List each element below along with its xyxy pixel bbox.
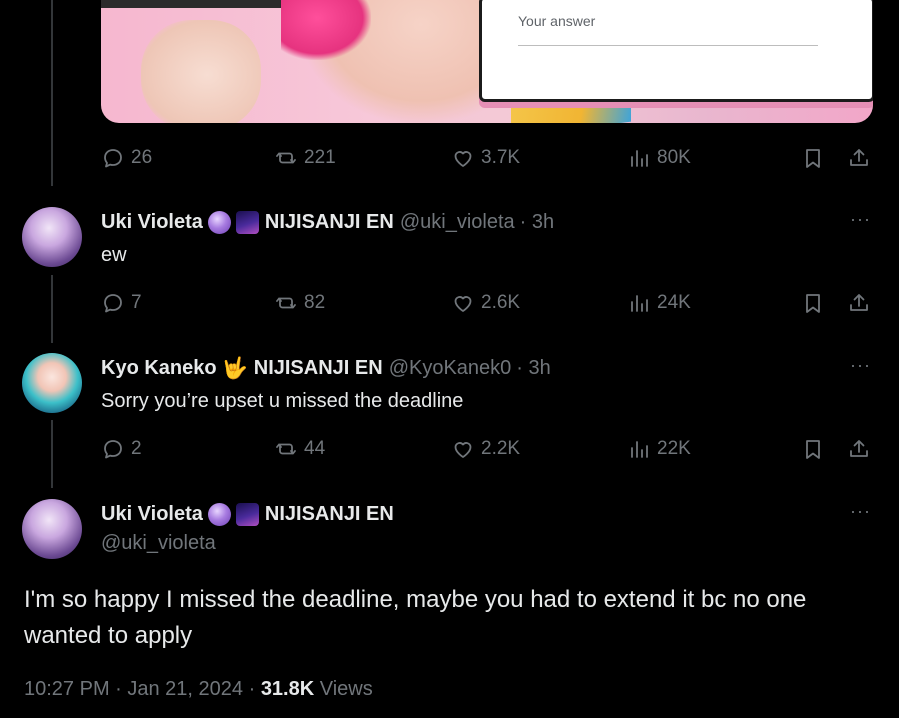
tweet-actions: 7 82 2.6K 24K	[101, 291, 873, 315]
more-icon[interactable]: ···	[850, 209, 871, 230]
tweet-time[interactable]: · 3h	[520, 211, 554, 234]
tweet-header: Kyo Kaneko 🤟 NIJISANJI EN @KyoKanek0 · 3…	[101, 354, 551, 382]
night-sky-badge-icon	[235, 502, 259, 526]
reply-count: 26	[131, 147, 153, 168]
share-icon	[850, 440, 868, 457]
like-icon	[454, 151, 472, 167]
bookmark-button[interactable]	[801, 437, 825, 461]
reply-button[interactable]: 2	[101, 437, 142, 461]
avatar[interactable]	[22, 499, 82, 559]
author-handle[interactable]: @uki_violeta	[101, 532, 216, 555]
more-icon[interactable]: ···	[850, 355, 871, 376]
like-button[interactable]: 2.2K	[451, 437, 520, 461]
media-hair-pink	[281, 0, 371, 60]
views-icon	[631, 295, 648, 312]
like-count: 2.6K	[481, 292, 521, 313]
reply-button[interactable]: 26	[101, 146, 152, 170]
retweet-icon	[276, 297, 296, 309]
retweet-icon	[276, 152, 296, 164]
form-answer-line	[518, 45, 818, 46]
bookmark-icon	[806, 440, 820, 459]
share-button[interactable]	[847, 291, 871, 315]
tweet-meta: 10:27 PM · Jan 21, 2024 · 31.8K Views	[24, 678, 373, 701]
author-handle[interactable]: @KyoKanek0	[389, 357, 512, 380]
repost-button[interactable]: 82	[274, 291, 325, 315]
like-button[interactable]: 3.7K	[451, 146, 520, 170]
views-count: 24K	[657, 292, 691, 313]
author-name[interactable]: Uki Violeta	[101, 211, 203, 234]
author-name[interactable]: Kyo Kaneko	[101, 357, 217, 380]
tweet-time[interactable]: · 3h	[516, 357, 550, 380]
thread-connector	[51, 0, 53, 186]
views-count: 80K	[657, 147, 691, 168]
bookmark-button[interactable]	[801, 146, 825, 170]
repost-button[interactable]: 44	[274, 437, 325, 461]
night-sky-badge-icon	[235, 210, 259, 234]
media-hand	[141, 20, 261, 123]
reply-icon	[104, 294, 122, 313]
avatar[interactable]	[22, 207, 82, 267]
tweet-text: ew	[101, 244, 127, 266]
author-name[interactable]: Uki Violeta	[101, 503, 203, 526]
views-button[interactable]: 22K	[627, 437, 691, 461]
more-icon[interactable]: ···	[850, 501, 871, 522]
like-icon	[454, 442, 472, 458]
thread-connector	[51, 420, 53, 488]
views-label: Views	[319, 678, 373, 700]
affiliation-label: NIJISANJI EN	[264, 210, 394, 233]
crystal-ball-badge-icon	[207, 502, 231, 526]
like-button[interactable]: 2.6K	[451, 291, 520, 315]
author-handle[interactable]: @uki_violeta	[400, 211, 515, 234]
repost-count: 44	[304, 438, 326, 459]
repost-button[interactable]: 221	[274, 146, 336, 170]
repost-count: 82	[304, 292, 326, 313]
affiliation-label: NIJISANJI EN	[253, 356, 383, 379]
reply-button[interactable]: 7	[101, 291, 142, 315]
tweet-media-image[interactable]: Your answer	[101, 0, 873, 123]
bookmark-button[interactable]	[801, 291, 825, 315]
share-icon	[850, 149, 868, 166]
views-button[interactable]: 24K	[627, 291, 691, 315]
tweet-actions: 2 44 2.2K 22K	[101, 437, 873, 461]
views-icon	[631, 150, 648, 167]
bookmark-icon	[806, 149, 820, 168]
tweet-timestamp[interactable]: 10:27 PM · Jan 21, 2024 ·	[24, 678, 255, 700]
tweet-header: Uki Violeta NIJISANJI EN @uki_violeta · …	[101, 208, 554, 236]
share-button[interactable]	[847, 437, 871, 461]
tweet-actions: 26 221 3.7K 80K	[101, 146, 873, 170]
reply-count: 2	[131, 438, 142, 459]
share-button[interactable]	[847, 146, 871, 170]
views-button[interactable]: 80K	[627, 146, 691, 170]
avatar[interactable]	[22, 353, 82, 413]
main-tweet-text: I'm so happy I missed the deadline, mayb…	[24, 586, 807, 649]
views-total: 31.8K	[260, 678, 315, 700]
thread-connector	[51, 275, 53, 343]
bookmark-icon	[806, 294, 820, 313]
media-form-card: Your answer	[479, 0, 873, 102]
views-count: 22K	[657, 438, 691, 459]
reply-count: 7	[131, 292, 142, 313]
affiliation-label: NIJISANJI EN	[264, 502, 394, 525]
tweet-text: Sorry you’re upset u missed the deadline	[101, 390, 464, 412]
rock-hand-badge-icon: 🤟	[221, 356, 248, 380]
views-icon	[631, 441, 648, 458]
reply-icon	[104, 440, 122, 459]
like-icon	[454, 296, 472, 312]
reply-icon	[104, 149, 122, 168]
repost-count: 221	[304, 147, 336, 168]
retweet-icon	[276, 443, 296, 455]
tweet-header: Uki Violeta NIJISANJI EN	[101, 500, 394, 528]
form-answer-placeholder: Your answer	[518, 13, 596, 29]
share-icon	[850, 294, 868, 311]
like-count: 3.7K	[481, 147, 521, 168]
crystal-ball-badge-icon	[207, 210, 231, 234]
like-count: 2.2K	[481, 438, 521, 459]
